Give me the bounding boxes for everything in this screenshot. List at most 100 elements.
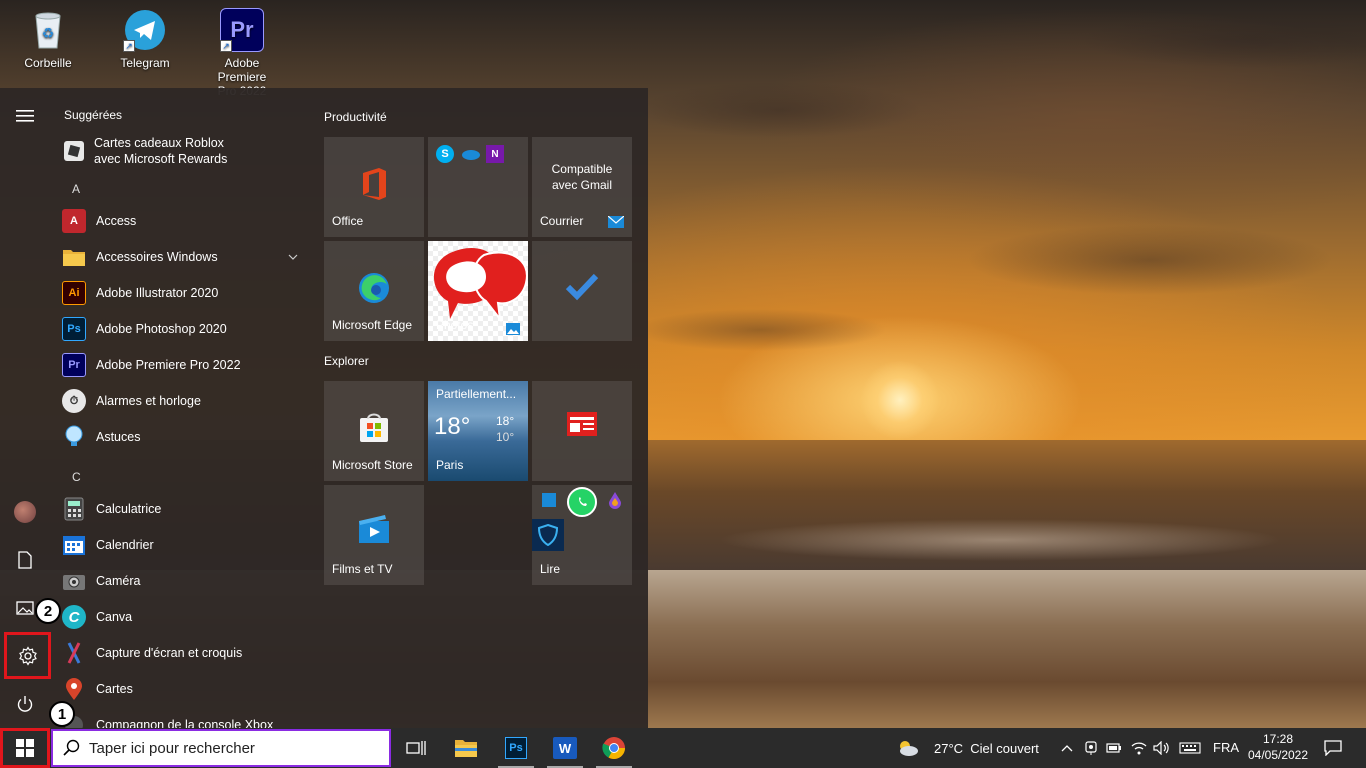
tile-photos[interactable]: Photos [428, 241, 528, 341]
letter-header-a[interactable]: A [72, 182, 80, 196]
chevron-down-icon [288, 254, 298, 260]
documents-button[interactable] [5, 540, 45, 580]
tray-volume-button[interactable] [1151, 728, 1173, 768]
app-item-calculatrice[interactable]: Calculatrice [62, 492, 306, 526]
premiere-icon: Pr ↗ [220, 8, 264, 52]
camera-icon [62, 569, 86, 593]
tile-mail[interactable]: Compatible avec Gmail Courrier [532, 137, 632, 237]
folder-icon [455, 740, 477, 757]
letter-header-c[interactable]: C [72, 470, 81, 484]
taskbar-clock[interactable]: 17:28 04/05/2022 [1244, 731, 1312, 763]
group-title-productivity[interactable]: Productivité [324, 110, 387, 124]
clock-time: 17:28 [1262, 732, 1294, 746]
pictures-icon [16, 601, 34, 615]
photoshop-icon: Ps [62, 317, 86, 341]
chevron-up-icon [1061, 745, 1073, 752]
task-view-button[interactable] [393, 728, 439, 768]
power-button[interactable] [5, 684, 45, 724]
app-item-cartes[interactable]: Cartes [62, 672, 306, 706]
notification-center-button[interactable] [1318, 728, 1348, 768]
checkmark-icon [532, 271, 632, 301]
taskbar-file-explorer[interactable] [443, 728, 489, 768]
tile-lire-folder[interactable]: Lire [532, 485, 632, 585]
settings-button[interactable] [4, 632, 51, 679]
tile-office[interactable]: Office [324, 137, 424, 237]
tile-todo[interactable] [532, 241, 632, 341]
app-item-camera[interactable]: Caméra [62, 564, 306, 598]
map-pin-icon [62, 677, 86, 701]
word-icon: W [553, 737, 577, 759]
app-item-calendrier[interactable]: Calendrier [62, 528, 306, 562]
app-item-premiere[interactable]: Pr Adobe Premiere Pro 2022 [62, 348, 306, 382]
hamburger-menu-button[interactable] [5, 96, 45, 136]
taskbar-photoshop[interactable]: Ps [493, 728, 539, 768]
notification-icon [1324, 740, 1342, 756]
tray-meet-button[interactable] [1080, 728, 1102, 768]
app-item-astuces[interactable]: Astuces [62, 420, 306, 454]
desktop-icon-label: Corbeille [24, 56, 72, 70]
tile-weather[interactable]: Partiellement... 18° 18° 10° Paris [428, 381, 528, 481]
task-view-icon [406, 741, 426, 755]
app-item-capture[interactable]: Capture d'écran et croquis [62, 636, 306, 670]
calendar-icon [62, 533, 86, 557]
cloud-sun-icon [900, 741, 918, 756]
store-icon [324, 411, 424, 443]
search-icon [63, 739, 80, 756]
app-item-alarmes[interactable]: ⏱ Alarmes et horloge [62, 384, 306, 418]
premiere-icon: Pr [62, 353, 86, 377]
app-item-access[interactable]: A Access [62, 204, 306, 238]
taskbar-weather[interactable]: 27°C Ciel couvert [896, 728, 1066, 768]
hamburger-icon [16, 110, 34, 122]
clock-date: 04/05/2022 [1247, 748, 1309, 762]
user-account-button[interactable] [5, 492, 45, 532]
keyboard-icon [1179, 742, 1201, 754]
desktop-icon-label: Telegram [120, 56, 170, 70]
app-item-canva[interactable]: C Canva [62, 600, 306, 634]
paint-drop-icon [608, 491, 622, 512]
tray-wifi-button[interactable] [1128, 728, 1150, 768]
tile-office-apps-folder[interactable]: S N [428, 137, 528, 237]
search-placeholder: Taper ici pour rechercher [89, 739, 255, 757]
tile-store[interactable]: Microsoft Store [324, 381, 424, 481]
folder-icon [62, 245, 86, 269]
taskbar-chrome[interactable] [591, 728, 637, 768]
shortcut-arrow-icon: ↗ [220, 40, 232, 52]
messenger-icon [542, 493, 556, 507]
group-title-explore[interactable]: Explorer [324, 354, 369, 368]
desktop-icon-recycle-bin[interactable]: ♻ Corbeille [8, 6, 88, 70]
start-button[interactable] [0, 728, 50, 768]
power-icon [17, 696, 33, 712]
app-item-photoshop[interactable]: Ps Adobe Photoshop 2020 [62, 312, 306, 346]
photoshop-icon: Ps [505, 737, 527, 759]
tray-overflow-button[interactable] [1058, 728, 1076, 768]
language-indicator[interactable]: FRA [1213, 740, 1239, 755]
film-icon [324, 515, 424, 545]
edge-icon [324, 271, 424, 305]
desktop-icon-telegram[interactable]: ↗ Telegram [105, 6, 185, 70]
app-item-illustrator[interactable]: Ai Adobe Illustrator 2020 [62, 276, 306, 310]
tray-battery-button[interactable] [1103, 728, 1125, 768]
chrome-icon [602, 737, 625, 759]
step-badge-1: 1 [49, 701, 75, 727]
tile-edge[interactable]: Microsoft Edge [324, 241, 424, 341]
illustrator-icon: Ai [62, 281, 86, 305]
start-menu: 2 Suggérées Cartes cadeaux Roblox avec M… [0, 88, 648, 728]
tile-news[interactable] [532, 381, 632, 481]
taskbar: Taper ici pour rechercher Ps W 27°C Ciel… [0, 728, 1366, 768]
suggested-header: Suggérées [64, 108, 123, 122]
clock-icon: ⏱ [62, 389, 86, 413]
tile-films-tv[interactable]: Films et TV [324, 485, 424, 585]
mail-icon [608, 216, 624, 228]
gear-icon [18, 645, 37, 666]
desktop-icon-premiere[interactable]: Pr ↗ Adobe Premiere Pro 2022 [202, 6, 282, 98]
tray-keyboard-button[interactable] [1176, 728, 1204, 768]
taskbar-search-box[interactable]: Taper ici pour rechercher [51, 729, 391, 767]
wifi-icon [1131, 742, 1147, 755]
suggested-item-roblox[interactable]: Cartes cadeaux Roblox avec Microsoft Rew… [62, 132, 306, 170]
taskbar-word[interactable]: W [542, 728, 588, 768]
whatsapp-icon [567, 487, 597, 517]
canva-icon: C [62, 605, 86, 629]
svg-text:♻: ♻ [42, 26, 55, 42]
app-item-xbox[interactable]: Compagnon de la console Xbox [62, 708, 306, 728]
app-item-accessoires-windows[interactable]: Accessoires Windows [62, 240, 306, 274]
